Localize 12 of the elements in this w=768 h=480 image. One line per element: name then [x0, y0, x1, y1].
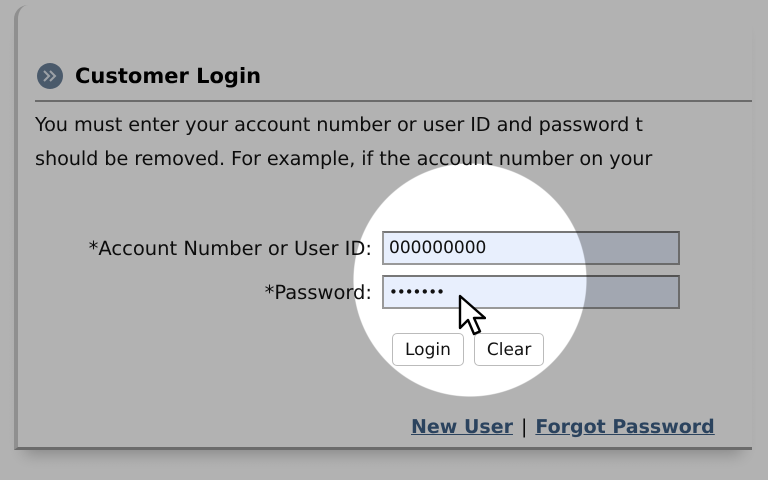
- form-button[interactable]: Clear: [474, 333, 544, 366]
- field-label: *Account Number or User ID:: [88, 236, 372, 260]
- link-separator: |: [520, 416, 528, 438]
- instruction-text: should be removed. For example, if the account number on your: [35, 146, 654, 172]
- password-field[interactable]: •••••••: [382, 275, 680, 309]
- instruction-text: You must enter your account number or user ID and password t: [35, 112, 644, 138]
- field-label: *Password:: [264, 280, 372, 304]
- text-link[interactable]: New User: [411, 416, 513, 438]
- text-link[interactable]: Forgot Password: [535, 416, 715, 438]
- account-field[interactable]: 000000000: [382, 231, 680, 265]
- form-button[interactable]: Login: [392, 333, 464, 366]
- section-title: Customer Login: [75, 64, 262, 88]
